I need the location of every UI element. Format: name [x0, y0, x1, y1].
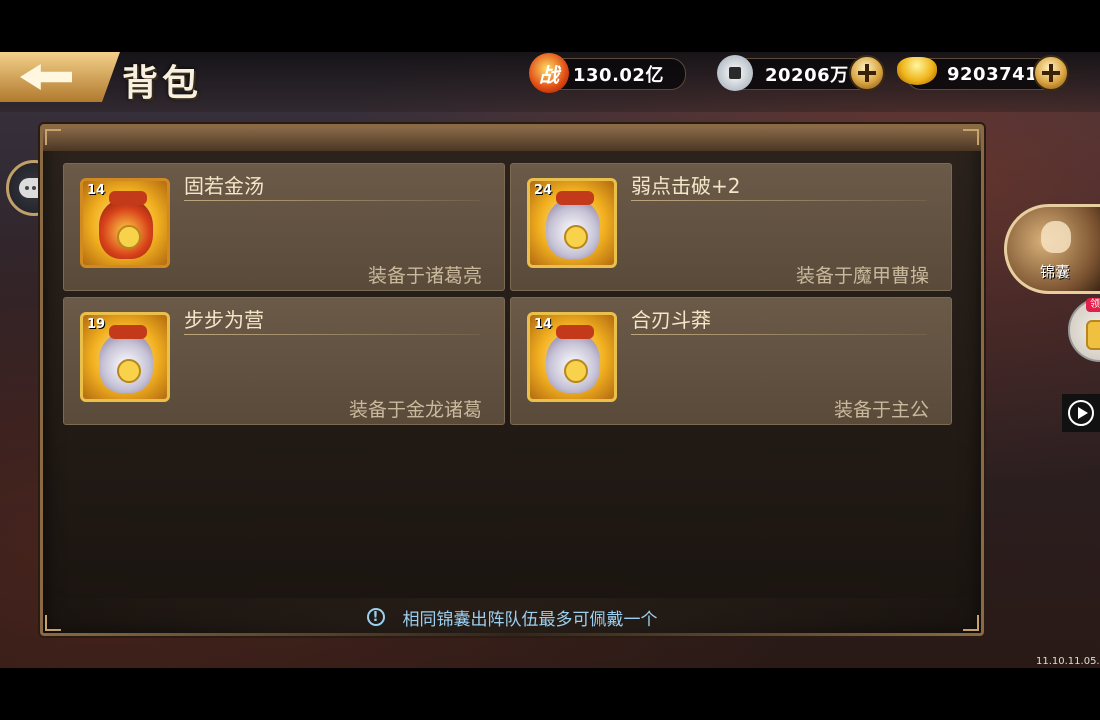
item-equipped-on: 装备于诸葛亮 [367, 265, 482, 287]
play-video-button[interactable] [1062, 394, 1100, 432]
silver-coin-icon [717, 55, 753, 91]
bag-item-card[interactable]: 19 步步为营 装备于金龙诸葛 [63, 297, 505, 425]
bag-emblem [564, 225, 588, 249]
page-title: 背包 [122, 62, 203, 104]
bag-emblem [117, 225, 141, 249]
item-slot[interactable]: 24 [527, 178, 617, 268]
item-level: 14 [534, 317, 553, 332]
footer-note-text: 相同锦囊出阵队伍最多可佩戴一个 [402, 609, 658, 630]
card-divider [631, 334, 927, 335]
bag-emblem [117, 359, 141, 383]
gold-display: 9203741 [897, 55, 1069, 91]
bag-item-card[interactable]: 14 合刃斗莽 装备于主公 [510, 297, 952, 425]
item-slot[interactable]: 19 [80, 312, 170, 402]
silver-display: 20206万 [717, 55, 885, 91]
bag-knot [109, 191, 147, 205]
item-level: 19 [87, 317, 106, 332]
gift-badge: 领 [1086, 298, 1100, 312]
game-scene: 背包 战 130.02亿 20206万 9203741 14 固若金汤 装备于诸… [0, 52, 1100, 668]
gold-value: 9203741 [947, 63, 1039, 85]
back-arrow-icon [20, 64, 72, 90]
item-equipped-on: 装备于主公 [833, 399, 929, 421]
bag-emblem [564, 359, 588, 383]
brocade-tab-icon [1041, 221, 1071, 253]
bag-knot [109, 325, 147, 339]
combat-power-display: 战 130.02亿 [529, 53, 686, 93]
card-divider [184, 334, 480, 335]
footer-note: ! 相同锦囊出阵队伍最多可佩戴一个 [40, 598, 984, 636]
silver-value: 20206万 [765, 65, 849, 86]
combat-power-icon: 战 [529, 53, 569, 93]
item-name: 合刃斗莽 [631, 308, 711, 332]
item-level: 24 [534, 183, 553, 198]
info-icon: ! [366, 608, 385, 626]
tab-brocade-bag[interactable]: 锦囊 [1004, 204, 1100, 294]
add-gold-button[interactable] [1033, 55, 1069, 91]
gold-ingot-icon [897, 57, 937, 85]
bag-item-card[interactable]: 24 弱点击破+2 装备于魔甲曹操 [510, 163, 952, 291]
version-label: 11.10.11.05.54 [1036, 656, 1100, 667]
bag-knot [556, 325, 594, 339]
tab-label: 锦囊 [1039, 263, 1070, 281]
top-bar: 背包 战 130.02亿 20206万 9203741 [0, 52, 1100, 112]
item-slot[interactable]: 14 [80, 178, 170, 268]
panel-header-strip [43, 127, 981, 151]
add-silver-button[interactable] [849, 55, 885, 91]
combat-power-value: 130.02亿 [573, 65, 664, 86]
item-name: 弱点击破+2 [631, 174, 741, 198]
corner-ornament [963, 129, 979, 145]
gift-button[interactable]: 领 [1068, 298, 1100, 362]
item-level: 14 [87, 183, 106, 198]
bag-knot [556, 191, 594, 205]
item-equipped-on: 装备于魔甲曹操 [795, 265, 929, 287]
card-divider [184, 200, 480, 201]
corner-ornament [45, 129, 61, 145]
card-divider [631, 200, 927, 201]
bag-item-card[interactable]: 14 固若金汤 装备于诸葛亮 [63, 163, 505, 291]
item-name: 步步为营 [184, 308, 264, 332]
item-name: 固若金汤 [184, 174, 264, 198]
bag-panel: 14 固若金汤 装备于诸葛亮 24 弱点击破+2 装备于魔甲曹操 19 步步为营… [40, 124, 984, 636]
gift-icon [1086, 320, 1100, 350]
play-icon [1068, 400, 1094, 426]
item-equipped-on: 装备于金龙诸葛 [348, 399, 482, 421]
back-button[interactable] [0, 52, 120, 102]
item-slot[interactable]: 14 [527, 312, 617, 402]
